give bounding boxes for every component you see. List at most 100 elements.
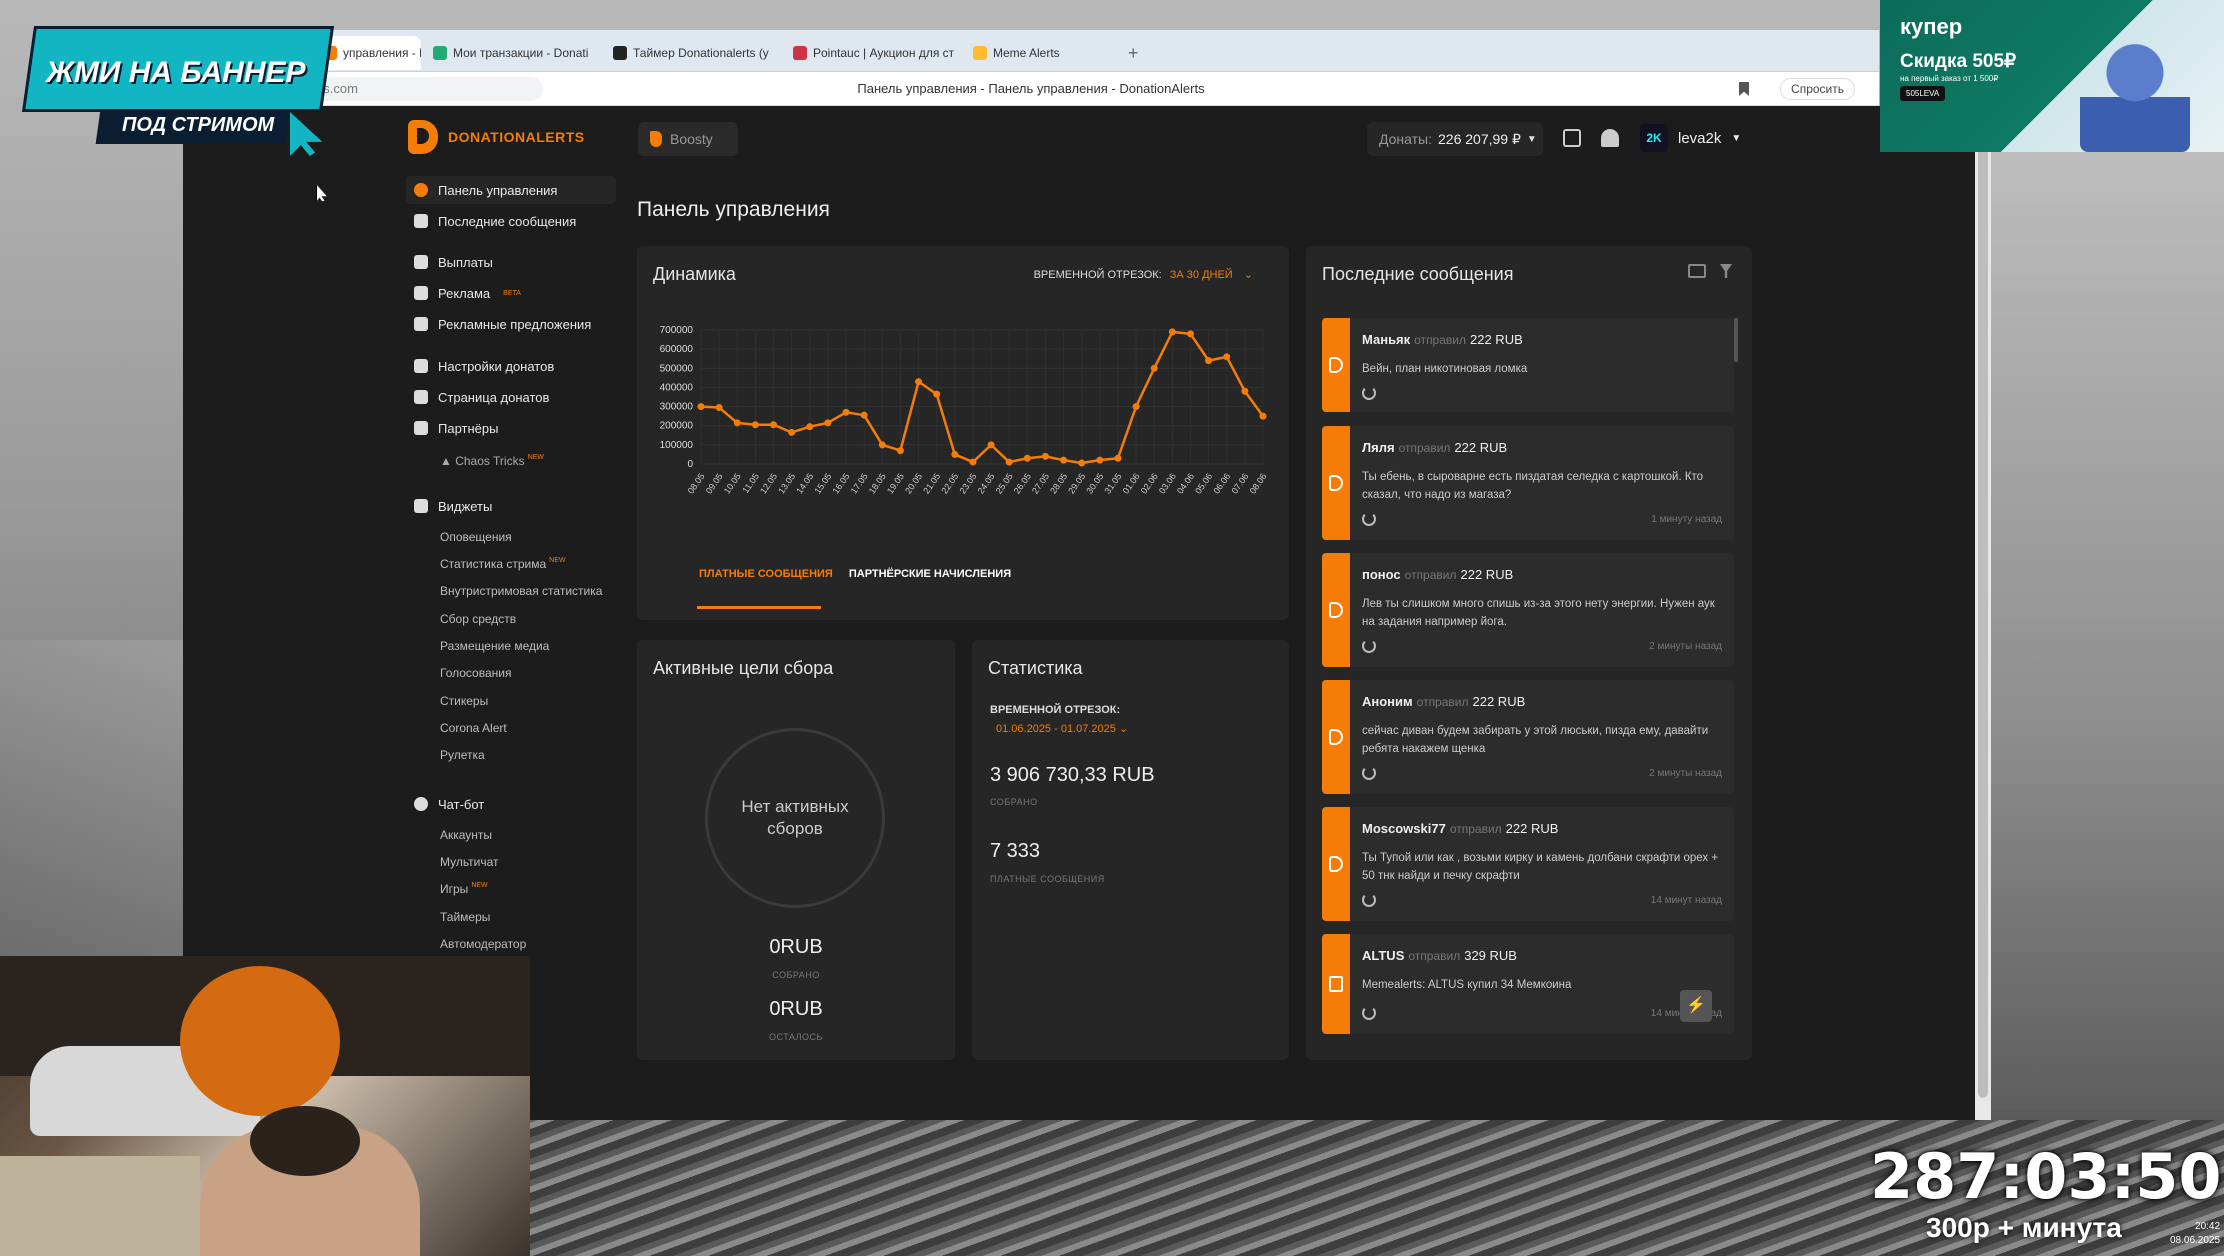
sponsor-ad-overlay[interactable]: купер Скидка 505₽ на первый заказ от 1 5…	[1880, 0, 2224, 152]
cast-icon[interactable]	[1688, 264, 1706, 278]
period-selector[interactable]: ВРЕМЕННОЙ ОТРЕЗОК: ЗА 30 ДНЕЙ ⌄	[1034, 268, 1253, 281]
sidebar-subitem[interactable]: Автомодератор	[440, 937, 526, 951]
sidebar-subitem-chaos-tricks[interactable]: ▲ Chaos Tricks NEW	[440, 454, 544, 468]
browser-tab[interactable]: Таймер Donationalerts (у	[603, 36, 781, 70]
sidebar-subitem[interactable]: Внутристримовая статистика	[440, 584, 602, 598]
sidebar-item-partners[interactable]: Партнёры	[406, 414, 616, 442]
favicon-icon	[973, 46, 987, 60]
boosty-button[interactable]: Boosty	[638, 122, 738, 156]
x-tick-label: 25.05	[994, 471, 1015, 495]
sidebar-subitem[interactable]: Аккаунты	[440, 828, 492, 842]
replay-icon[interactable]	[1362, 386, 1376, 400]
y-tick-label: 200000	[660, 421, 694, 432]
browser-tab[interactable]: Meme Alerts	[963, 36, 1113, 70]
timer-subtitle: 300р + минута	[1926, 1212, 2122, 1243]
sidebar-item-donation-settings[interactable]: Настройки донатов	[406, 352, 616, 380]
tab-partner-accruals[interactable]: ПАРТНЁРСКИЕ НАЧИСЛЕНИЯ	[849, 568, 1011, 580]
stats-period-selector[interactable]: 01.06.2025 - 01.07.2025 ⌄	[996, 722, 1128, 735]
message-item[interactable]: ALTUS отправил 329 RUB Memealerts: ALTUS к…	[1322, 934, 1734, 1034]
data-point	[1223, 353, 1231, 361]
sidebar-subitem[interactable]: Таймеры	[440, 910, 490, 924]
x-tick-label: 08.06	[1248, 471, 1269, 495]
bell-icon[interactable]	[1601, 129, 1619, 147]
browser-tab[interactable]: Pointauc | Аукцион для ст	[783, 36, 961, 70]
data-point	[969, 458, 977, 466]
replay-icon[interactable]	[1362, 766, 1376, 780]
banner-line2: ПОД СТРИМОМ	[122, 114, 275, 136]
donats-balance-dropdown[interactable]: Донаты: 226 207,99 ₽ ▼	[1367, 122, 1543, 156]
chevron-down-icon: ⌄	[1115, 723, 1129, 735]
series-line	[700, 330, 1265, 465]
x-tick-label: 04.06	[1175, 471, 1196, 495]
sidebar-subitem[interactable]: Голосования	[440, 666, 511, 680]
sidebar-subitem[interactable]: Оповещения	[440, 530, 512, 544]
scrollbar[interactable]	[1975, 106, 1991, 1120]
sidebar-item-chatbot[interactable]: Чат-бот	[406, 790, 616, 818]
data-point	[896, 447, 904, 455]
chevron-down-icon: ▼	[1731, 132, 1742, 144]
message-item[interactable]: Маньяк отправил 222 RUB Вейн, план никотин…	[1322, 318, 1734, 412]
x-tick-label: 02.06	[1139, 471, 1160, 495]
replay-icon[interactable]	[1362, 512, 1376, 526]
goal-left-value: 0RUB	[769, 998, 823, 1020]
document-icon[interactable]	[1563, 129, 1581, 147]
data-point	[951, 450, 959, 458]
message-item[interactable]: Аноним отправил 222 RUB сейчас диван будем…	[1322, 680, 1734, 794]
ask-button[interactable]: Спросить	[1780, 78, 1855, 100]
sidebar-item-messages[interactable]: Последние сообщения	[406, 207, 616, 235]
data-point	[824, 419, 832, 427]
new-tab-button[interactable]: +	[1118, 36, 1148, 70]
user-menu[interactable]: 2K leva2k ▼	[1640, 124, 1741, 152]
replay-icon[interactable]	[1362, 639, 1376, 653]
data-point	[1241, 387, 1249, 395]
message-item[interactable]: Moscowski77 отправил 222 RUB Ты Тупой или …	[1322, 807, 1734, 921]
x-tick-label: 19.05	[885, 471, 906, 495]
chart-tabs: ПЛАТНЫЕ СООБЩЕНИЯ ПАРТНЁРСКИЕ НАЧИСЛЕНИЯ	[699, 568, 1011, 580]
sidebar-item-donation-page[interactable]: Страница донатов	[406, 383, 616, 411]
sidebar-item-ads[interactable]: Реклама BETA	[406, 279, 616, 307]
x-tick-label: 14.05	[794, 471, 815, 495]
stream-banner-overlay[interactable]: ЖМИ НА БАННЕР ПОД СТРИМОМ	[18, 20, 338, 156]
x-tick-label: 07.06	[1229, 471, 1250, 495]
sidebar-subitem[interactable]: Рулетка	[440, 748, 485, 762]
x-tick-label: 26.05	[1012, 471, 1033, 495]
message-item[interactable]: Ляля отправил 222 RUB Ты ебень, в сыроварн…	[1322, 426, 1734, 540]
sidebar-subitem[interactable]: Игры NEW	[440, 882, 488, 896]
x-tick-label: 09.05	[704, 471, 725, 495]
data-point	[1259, 412, 1267, 420]
x-tick-label: 05.06	[1193, 471, 1214, 495]
data-point	[842, 408, 850, 416]
sidebar-subitem[interactable]: Сбор средств	[440, 612, 516, 626]
donation-icon	[1329, 602, 1343, 618]
sidebar-subitem[interactable]: Статистика стрима NEW	[440, 557, 566, 571]
banner-line1: ЖМИ НА БАННЕР	[46, 56, 306, 89]
sidebar-item-dashboard[interactable]: Панель управления	[406, 176, 616, 204]
sidebar-subitem[interactable]: Мультичат	[440, 855, 499, 869]
sidebar-item-widgets[interactable]: Виджеты	[406, 492, 616, 520]
sidebar-subitem[interactable]: Corona Alert	[440, 721, 507, 735]
page-title: Панель управления	[637, 198, 830, 221]
sidebar-item-payouts[interactable]: Выплаты	[406, 248, 616, 276]
card-title: Динамика	[653, 264, 736, 284]
boosty-icon	[650, 131, 662, 147]
logo[interactable]: DONATIONALERTS	[408, 120, 585, 154]
sidebar-subitem[interactable]: Размещение медиа	[440, 639, 549, 653]
data-point	[806, 423, 814, 431]
address-bar: www.donationalerts.com Панель управления…	[183, 72, 1879, 106]
message-item[interactable]: понос отправил 222 RUB Лев ты слишком мног…	[1322, 553, 1734, 667]
scrollbar-thumb[interactable]	[1978, 118, 1988, 1098]
replay-icon[interactable]	[1362, 1006, 1376, 1020]
ads-icon	[414, 286, 428, 300]
browser-tab[interactable]: Мои транзакции - Donati	[423, 36, 601, 70]
goal-collected-label: СОБРАНО	[772, 970, 820, 980]
filter-icon[interactable]	[1720, 264, 1732, 278]
tab-paid-messages[interactable]: ПЛАТНЫЕ СООБЩЕНИЯ	[699, 568, 833, 580]
lightning-icon[interactable]: ⚡	[1680, 990, 1712, 1022]
sidebar-item-ad-offers[interactable]: Рекламные предложения	[406, 310, 616, 338]
messages-scrollbar[interactable]	[1734, 318, 1738, 362]
replay-icon[interactable]	[1362, 893, 1376, 907]
data-point	[878, 441, 886, 449]
sidebar-subitem[interactable]: Стикеры	[440, 694, 488, 708]
data-point	[715, 404, 723, 412]
y-tick-label: 500000	[660, 363, 694, 374]
